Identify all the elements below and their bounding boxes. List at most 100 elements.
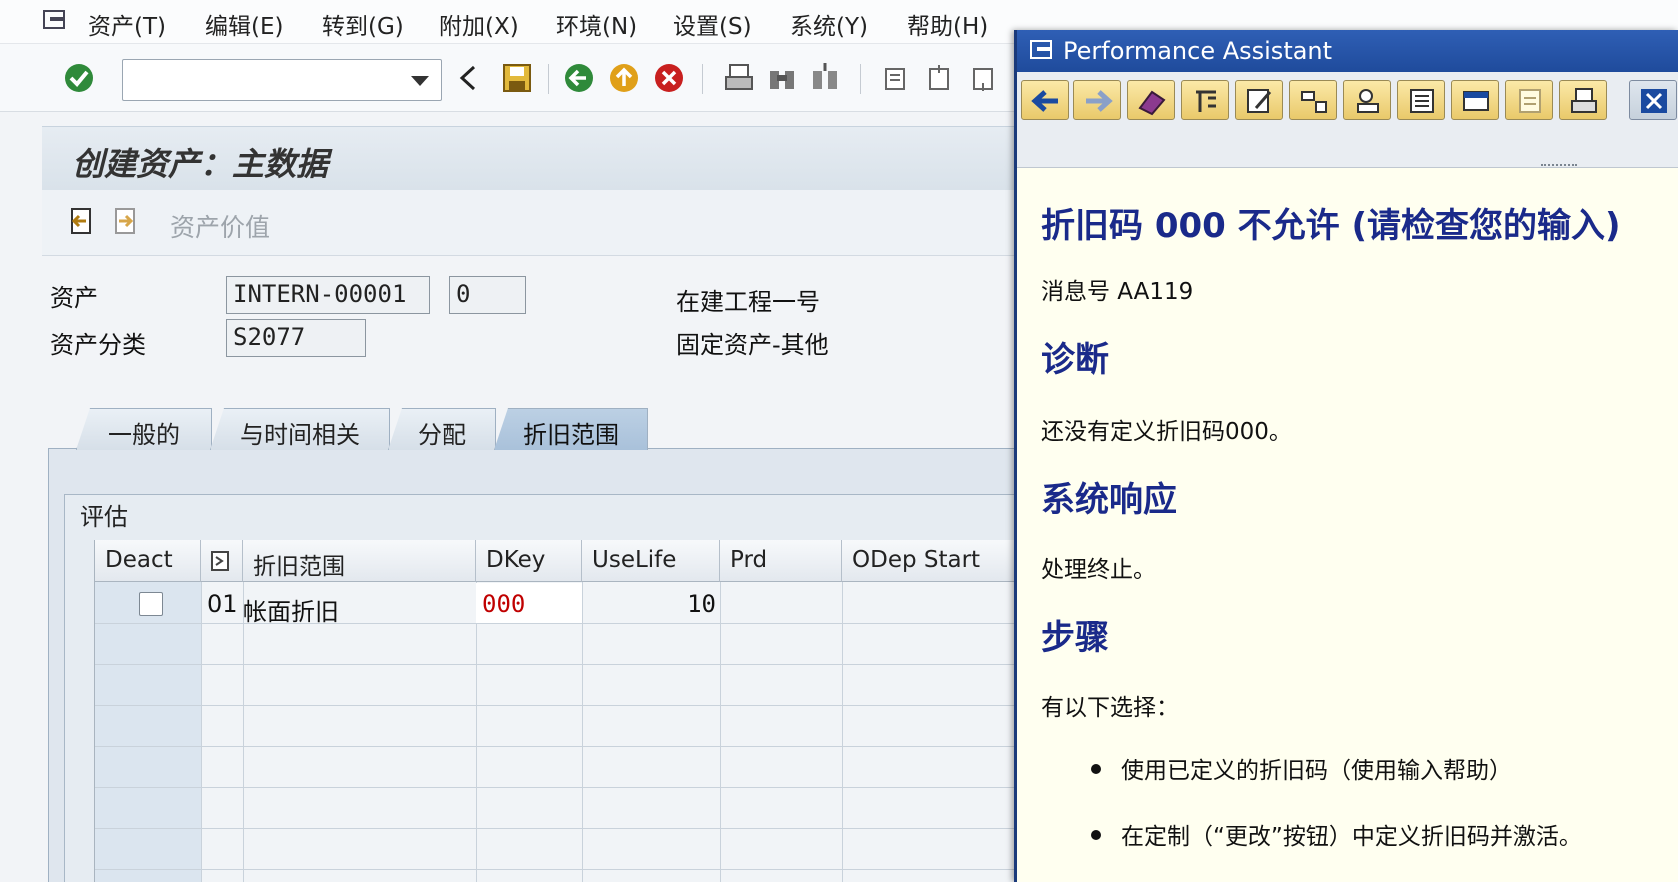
- column-header-config[interactable]: [201, 540, 243, 582]
- toolbar-separator: [860, 64, 861, 94]
- procedure-text: 有以下选择：: [1041, 695, 1179, 721]
- enter-check-icon[interactable]: [62, 61, 96, 95]
- menu-edit[interactable]: 编辑(E): [205, 7, 283, 41]
- uselife-input[interactable]: 10: [582, 583, 720, 623]
- exit-icon[interactable]: [607, 61, 641, 95]
- tab-time-dependent[interactable]: 与时间相关: [210, 408, 390, 450]
- edit-button[interactable]: [1235, 80, 1283, 120]
- table-of-contents-button[interactable]: [1397, 80, 1445, 120]
- book-icon: [1138, 90, 1166, 116]
- toolbar-separator: [548, 64, 549, 94]
- grid-line: [842, 582, 843, 882]
- first-page-icon[interactable]: [878, 61, 912, 95]
- asset-label: 资产: [50, 284, 98, 312]
- performance-assistant-content: 折旧码 000 不允许 (请检查您的输入) 消息号 AA119 诊断 还没有定义…: [1017, 170, 1678, 882]
- menu-asset[interactable]: 资产(T): [88, 7, 166, 41]
- column-header-uselife[interactable]: UseLife: [582, 540, 720, 582]
- toolbar-grip[interactable]: [1541, 164, 1577, 167]
- document-settings-icon: [1519, 89, 1541, 113]
- menu-settings[interactable]: 设置(S): [673, 7, 752, 41]
- tab-allocations[interactable]: 分配: [388, 408, 496, 450]
- asset-number-field[interactable]: INTERN-00001: [226, 276, 430, 314]
- asset-class-field[interactable]: S2077: [226, 319, 366, 357]
- grid-line: [95, 869, 1054, 870]
- performance-assistant-titlebar: Performance Assistant: [1017, 30, 1678, 72]
- asset-subnumber-field[interactable]: 0: [449, 276, 526, 314]
- close-button[interactable]: [1629, 80, 1677, 120]
- glossary-button[interactable]: [1289, 80, 1337, 120]
- grid-line: [720, 582, 721, 882]
- performance-assistant-window: Performance Assistant 折旧码 000 不允许 (请检查您的…: [1014, 30, 1678, 882]
- dkey-input[interactable]: 000: [476, 583, 582, 623]
- cancel-icon[interactable]: [652, 61, 686, 95]
- prd-input[interactable]: [720, 583, 842, 623]
- settings-button[interactable]: [1505, 80, 1553, 120]
- menu-goto[interactable]: 转到(G): [322, 7, 404, 41]
- depr-area-number: 01: [207, 590, 238, 618]
- print-icon: [1571, 88, 1597, 113]
- performance-assistant-title: Performance Assistant: [1063, 37, 1333, 65]
- menu-environment[interactable]: 环境(N): [556, 7, 637, 41]
- previous-asset-icon[interactable]: [66, 206, 96, 236]
- depreciation-areas-table: Deact 折旧范围 DKey UseLife Prd ODep Start 0…: [94, 540, 1054, 882]
- window-button[interactable]: [1451, 80, 1499, 120]
- menu-extras[interactable]: 附加(X): [439, 7, 519, 41]
- wrench-icon: [1196, 90, 1216, 112]
- toolbar-separator: [702, 64, 703, 94]
- print-button[interactable]: [1559, 80, 1607, 120]
- command-field[interactable]: [122, 59, 442, 101]
- technical-info-button[interactable]: [1181, 80, 1229, 120]
- column-header-depr-area[interactable]: 折旧范围: [243, 540, 476, 582]
- page-title: 创建资产：主数据: [72, 145, 329, 183]
- previous-page-icon[interactable]: [922, 61, 956, 95]
- personal-notes-button[interactable]: [1343, 80, 1391, 120]
- asset-value-button[interactable]: 资产价值: [170, 208, 270, 244]
- chevron-down-icon[interactable]: [411, 76, 429, 86]
- application-help-button[interactable]: [1127, 80, 1175, 120]
- glossary-icon: [1301, 91, 1327, 113]
- back-icon[interactable]: [562, 61, 596, 95]
- save-icon[interactable]: [500, 61, 534, 95]
- column-header-prd[interactable]: Prd: [720, 540, 842, 582]
- grid-line: [201, 582, 202, 882]
- window-menu-icon[interactable]: [42, 9, 68, 31]
- tab-general[interactable]: 一般的: [76, 408, 212, 450]
- print-icon[interactable]: [722, 61, 756, 95]
- row-selector-column: [95, 582, 201, 882]
- column-settings-icon[interactable]: [209, 547, 231, 573]
- deact-checkbox[interactable]: [139, 592, 163, 616]
- column-header-dkey[interactable]: DKey: [476, 540, 582, 582]
- arrow-left-icon: [1031, 90, 1058, 112]
- menu-help[interactable]: 帮助(H): [907, 7, 988, 41]
- grid-line: [476, 582, 477, 882]
- tab-depreciation-areas[interactable]: 折旧范围: [494, 408, 648, 450]
- uselife-value: 10: [687, 590, 716, 618]
- find-next-icon[interactable]: [808, 61, 842, 95]
- column-header-deact[interactable]: Deact: [95, 540, 201, 582]
- asset-class-description: 固定资产-其他: [676, 331, 829, 359]
- menu-system[interactable]: 系统(Y): [790, 7, 868, 41]
- grid-line: [95, 664, 1054, 665]
- procedure-heading: 步骤: [1041, 618, 1109, 658]
- next-asset-icon[interactable]: [110, 206, 140, 236]
- message-number: 消息号 AA119: [1041, 279, 1194, 305]
- user-note-icon: [1357, 89, 1379, 113]
- message-heading: 折旧码 000 不允许 (请检查您的输入): [1041, 206, 1621, 246]
- dkey-value: 000: [482, 590, 526, 618]
- diagnosis-text: 还没有定义折旧码000。: [1041, 419, 1292, 445]
- valuation-group-title: 评估: [80, 503, 128, 531]
- next-page-icon[interactable]: [966, 61, 1000, 95]
- forward-button[interactable]: [1073, 80, 1121, 120]
- back-button[interactable]: [1021, 80, 1069, 120]
- list-icon: [1410, 89, 1434, 113]
- find-icon[interactable]: [765, 61, 799, 95]
- window-menu-icon[interactable]: [1029, 39, 1055, 61]
- grid-line: [243, 582, 244, 882]
- procedure-item: 使用已定义的折旧码（使用输入帮助）: [1121, 758, 1512, 784]
- collapse-left-icon[interactable]: [452, 61, 486, 95]
- arrow-right-icon: [1086, 90, 1113, 112]
- application-toolbar: 资产价值: [42, 190, 1042, 256]
- close-icon: [1641, 89, 1667, 113]
- system-response-heading: 系统响应: [1041, 480, 1177, 520]
- grid-line: [95, 828, 1054, 829]
